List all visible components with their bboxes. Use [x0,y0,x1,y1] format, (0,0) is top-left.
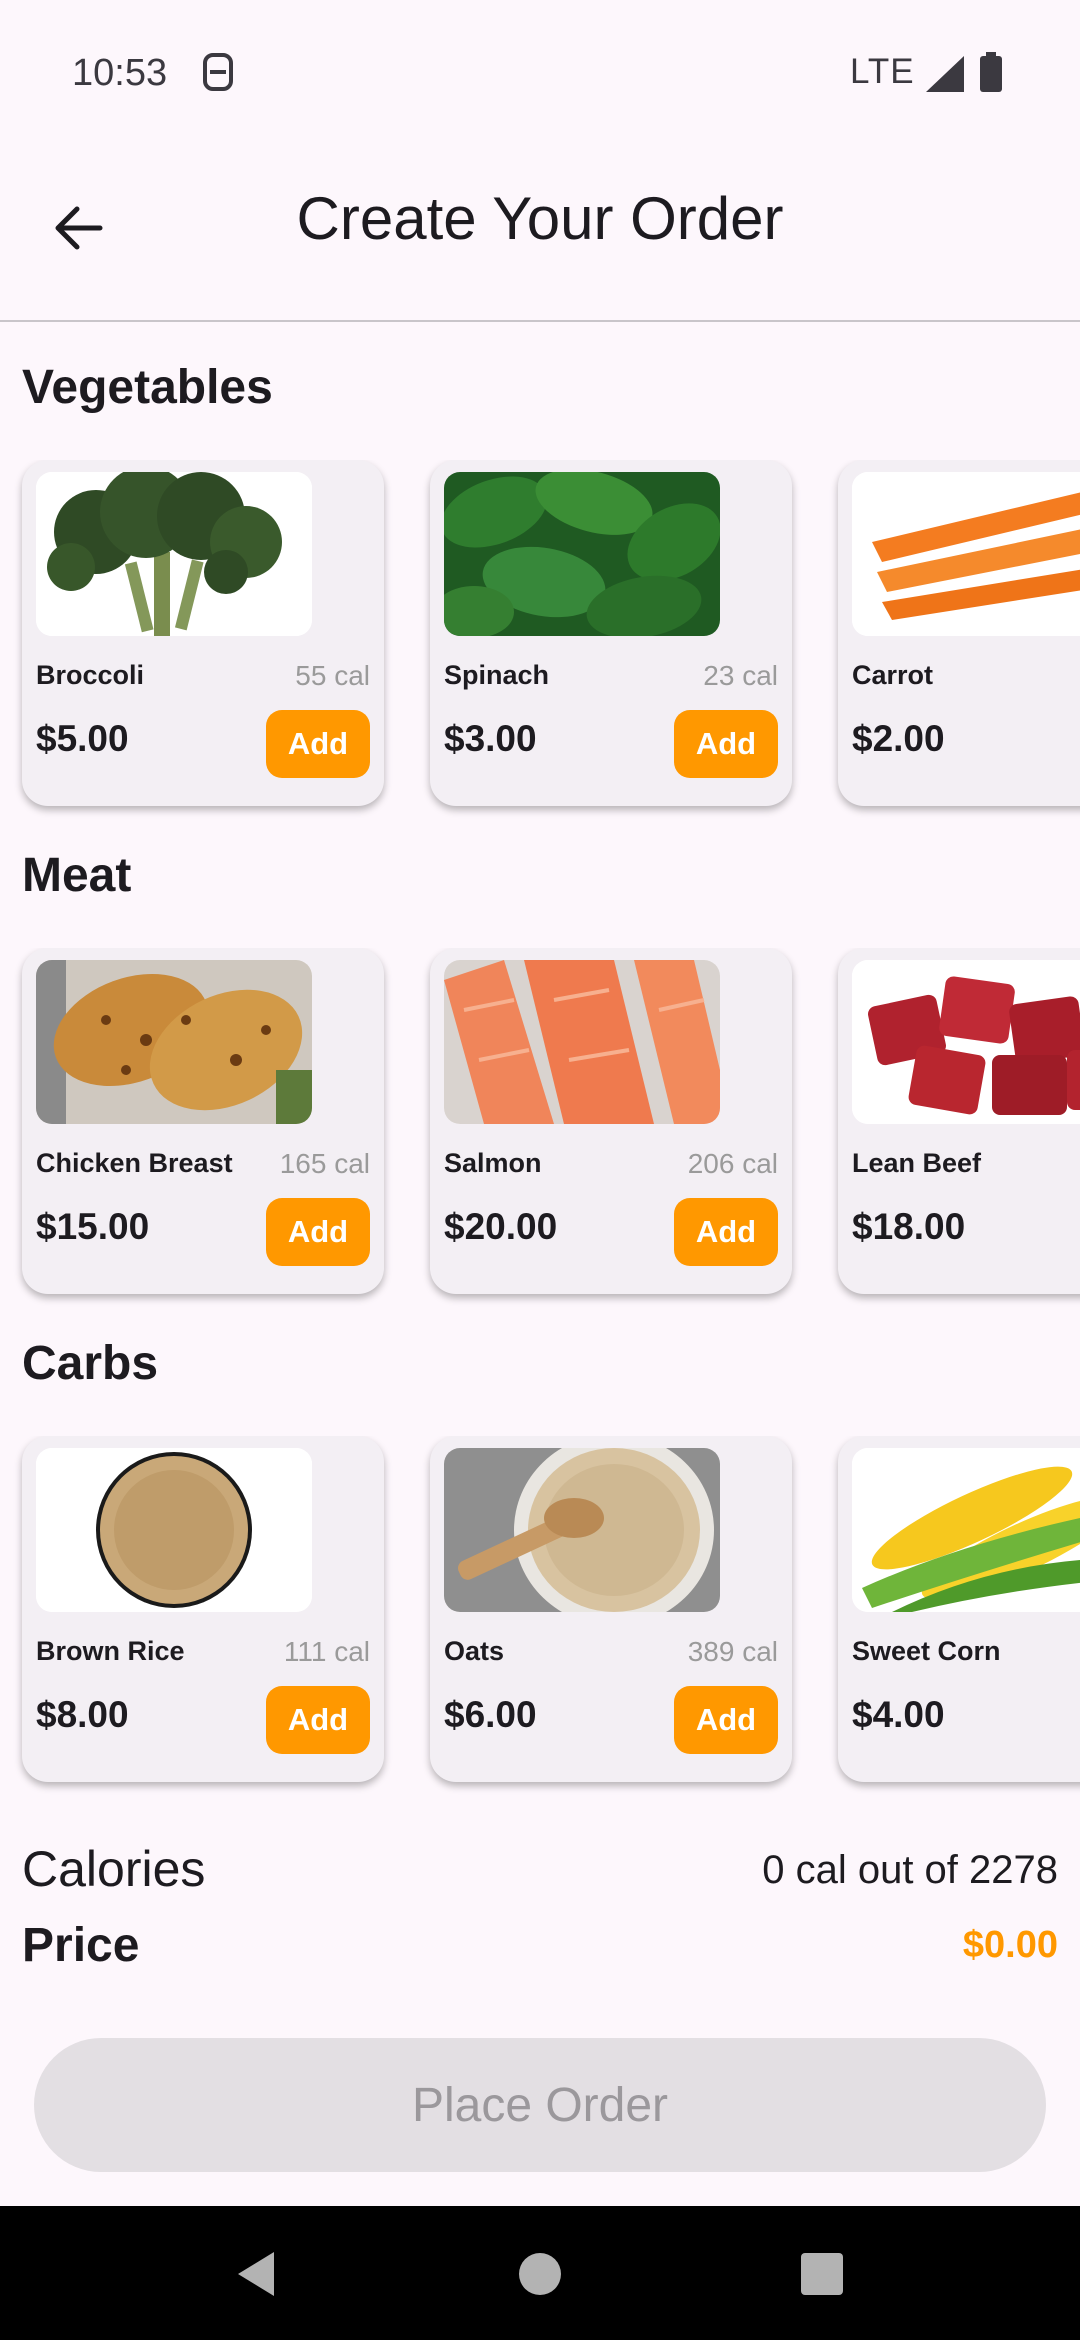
product-price: $2.00 [852,718,945,759]
add-button[interactable]: Add [266,1198,370,1266]
product-name: Sweet Corn [852,1636,1001,1666]
product-name: Salmon [444,1148,542,1178]
product-card-sweet-corn[interactable]: Sweet Corn $4.00 [838,1436,1080,1782]
product-price: $20.00 [444,1206,558,1247]
product-price: $4.00 [852,1694,945,1735]
product-price: $5.00 [36,718,129,759]
product-card-lean-beef[interactable]: Lean Beef $18.00 [838,948,1080,1294]
price-value: $0.00 [962,1924,1058,1966]
page-title: Create Your Order [296,185,784,252]
network-type: LTE [850,52,915,91]
product-card-spinach[interactable]: Spinach 23 cal $3.00 Add [430,460,792,806]
product-price: $18.00 [852,1206,966,1247]
salmon-image [444,960,720,1124]
product-card-oats[interactable]: Oats 389 cal $6.00 Add [430,1436,792,1782]
oats-image [444,1448,720,1612]
spinach-image [444,472,720,636]
status-bar: 10:53 LTE [0,0,1080,150]
meat-row[interactable]: Chicken Breast 165 cal $15.00 Add Salmon… [0,948,1080,1308]
product-name: Carrot [852,660,934,690]
chicken-breast-image [36,960,312,1124]
product-calories: 23 cal [703,660,778,691]
product-name: Broccoli [36,660,145,690]
product-calories: 389 cal [687,1636,778,1667]
product-calories: 111 cal [283,1636,370,1667]
status-time: 10:53 [72,52,168,94]
home-nav-icon[interactable] [514,2248,566,2300]
product-card-chicken-breast[interactable]: Chicken Breast 165 cal $15.00 Add [22,948,384,1294]
product-name: Lean Beef [852,1148,982,1178]
product-calories: 165 cal [279,1148,370,1179]
battery-icon [980,52,1002,92]
product-name: Oats [444,1636,505,1666]
product-card-broccoli[interactable]: Broccoli 55 cal $5.00 Add [22,460,384,806]
add-button[interactable]: Add [266,1686,370,1754]
vegetables-row[interactable]: Broccoli 55 cal $5.00 Add Spinach 23 cal… [0,460,1080,820]
broccoli-image [36,472,312,636]
sweet-corn-image [852,1448,1080,1612]
calories-label: Calories [22,1841,206,1897]
sim-card-icon [203,53,233,91]
product-name: Spinach [444,660,550,690]
product-calories: 55 cal [295,660,370,691]
product-price: $15.00 [36,1206,150,1247]
product-calories: 206 cal [687,1148,778,1179]
product-card-carrot[interactable]: Carrot $2.00 [838,460,1080,806]
section-title-vegetables: Vegetables [22,361,273,414]
recents-nav-icon[interactable] [796,2248,848,2300]
add-button[interactable]: Add [674,1198,778,1266]
section-title-meat: Meat [22,849,132,902]
product-price: $6.00 [444,1694,537,1735]
price-label: Price [22,1919,140,1972]
add-button[interactable]: Add [266,710,370,778]
product-price: $8.00 [36,1694,129,1735]
system-nav-bar [0,2206,1080,2340]
product-price: $3.00 [444,718,537,759]
back-nav-icon[interactable] [232,2248,284,2300]
carbs-row[interactable]: Brown Rice 111 cal $8.00 Add Oats 389 ca… [0,1436,1080,1796]
add-button[interactable]: Add [674,1686,778,1754]
place-order-button[interactable]: Place Order [34,2038,1046,2172]
carrot-image [852,472,1080,636]
section-title-carbs: Carbs [22,1337,159,1390]
product-card-salmon[interactable]: Salmon 206 cal $20.00 Add [430,948,792,1294]
calories-value: 0 cal out of 2278 [762,1848,1058,1892]
app-bar: Create Your Order [0,150,1080,322]
product-name: Chicken Breast [36,1148,233,1178]
product-card-brown-rice[interactable]: Brown Rice 111 cal $8.00 Add [22,1436,384,1782]
product-name: Brown Rice [36,1636,185,1666]
signal-icon [926,56,964,92]
lean-beef-image [852,960,1080,1124]
add-button[interactable]: Add [674,710,778,778]
brown-rice-image [36,1448,312,1612]
